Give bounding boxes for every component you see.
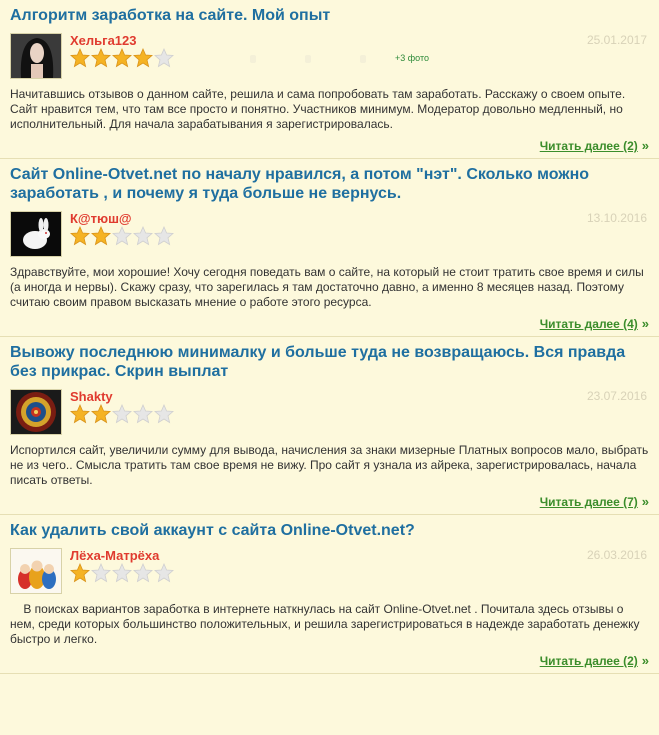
user-avatar[interactable] bbox=[10, 33, 62, 79]
rating-stars bbox=[70, 225, 175, 246]
review-text: Начитавшись отзывов о данном сайте, реши… bbox=[10, 87, 629, 131]
photo-thumb[interactable] bbox=[250, 55, 256, 63]
review-title[interactable]: Сайт Online-Otvet.net по началу нравился… bbox=[10, 165, 649, 203]
read-more-link[interactable]: Читать далее (4)» bbox=[10, 316, 649, 336]
read-more-link[interactable]: Читать далее (7)» bbox=[10, 494, 649, 514]
read-more-label[interactable]: Читать далее (2) bbox=[540, 139, 638, 153]
read-more-label[interactable]: Читать далее (4) bbox=[540, 317, 638, 331]
star-icon bbox=[154, 47, 174, 68]
review-item: Сайт Online-Otvet.net по началу нравился… bbox=[0, 159, 659, 337]
review-text: В поисках вариантов заработка в интернет… bbox=[10, 602, 643, 646]
star-icon bbox=[112, 403, 132, 424]
review-title[interactable]: Алгоритм заработка на сайте. Мой опыт bbox=[10, 6, 649, 25]
review-item: Как удалить свой аккаунт с сайта Online-… bbox=[0, 515, 659, 674]
star-icon bbox=[70, 403, 90, 424]
star-icon bbox=[70, 225, 90, 246]
user-avatar[interactable] bbox=[10, 548, 62, 594]
review-item: Алгоритм заработка на сайте. Мой опыт Хел… bbox=[0, 0, 659, 159]
photo-thumb[interactable] bbox=[305, 55, 311, 63]
star-icon bbox=[133, 47, 153, 68]
user-avatar[interactable] bbox=[10, 389, 62, 435]
review-meta: Shakty 23.07.2016 bbox=[10, 389, 649, 437]
user-avatar[interactable] bbox=[10, 211, 62, 257]
star-icon bbox=[91, 225, 111, 246]
read-more-link[interactable]: Читать далее (2)» bbox=[10, 138, 649, 158]
photo-count-link[interactable]: +3 фото bbox=[395, 53, 429, 63]
review-date: 25.01.2017 bbox=[586, 33, 647, 47]
review-text: Испортился сайт, увеличили сумму для выв… bbox=[10, 443, 652, 487]
star-icon bbox=[133, 562, 153, 583]
review-meta: К@тюш@ 13.10.2016 bbox=[10, 211, 649, 259]
review-date: 23.07.2016 bbox=[586, 389, 647, 403]
read-more-label[interactable]: Читать далее (7) bbox=[540, 495, 638, 509]
star-icon bbox=[112, 47, 132, 68]
star-icon bbox=[133, 225, 153, 246]
review-meta: Хельга123 +3 фото 25.01.2017 bbox=[10, 33, 649, 81]
reviews-list: Алгоритм заработка на сайте. Мой опыт Хел… bbox=[0, 0, 659, 674]
review-date: 13.10.2016 bbox=[586, 211, 647, 225]
star-icon bbox=[112, 225, 132, 246]
review-item: Вывожу последнюю минималку и больше туда… bbox=[0, 337, 659, 515]
double-chevron-right-icon: » bbox=[641, 138, 649, 153]
star-icon bbox=[154, 225, 174, 246]
star-icon bbox=[133, 403, 153, 424]
author-name[interactable]: Хельга123 bbox=[70, 33, 137, 48]
review-title[interactable]: Как удалить свой аккаунт с сайта Online-… bbox=[10, 521, 649, 540]
star-icon bbox=[154, 562, 174, 583]
rating-stars bbox=[70, 562, 175, 583]
star-icon bbox=[91, 403, 111, 424]
double-chevron-right-icon: » bbox=[641, 653, 649, 668]
author-name[interactable]: К@тюш@ bbox=[70, 211, 132, 226]
star-icon bbox=[70, 562, 90, 583]
review-text: Здравствуйте, мои хорошие! Хочу сегодня … bbox=[10, 265, 648, 309]
author-name[interactable]: Лёха-Матрёха bbox=[70, 548, 159, 563]
star-icon bbox=[70, 47, 90, 68]
read-more-link[interactable]: Читать далее (2)» bbox=[10, 653, 649, 673]
photo-thumb[interactable] bbox=[360, 55, 366, 63]
star-icon bbox=[91, 562, 111, 583]
review-meta: Лёха-Матрёха 26.03.2016 bbox=[10, 548, 649, 596]
review-title[interactable]: Вывожу последнюю минималку и больше туда… bbox=[10, 343, 649, 381]
star-icon bbox=[154, 403, 174, 424]
review-date: 26.03.2016 bbox=[586, 548, 647, 562]
read-more-label[interactable]: Читать далее (2) bbox=[540, 654, 638, 668]
star-icon bbox=[91, 47, 111, 68]
author-name[interactable]: Shakty bbox=[70, 389, 113, 404]
double-chevron-right-icon: » bbox=[641, 494, 649, 509]
star-icon bbox=[112, 562, 132, 583]
rating-stars bbox=[70, 403, 175, 424]
double-chevron-right-icon: » bbox=[641, 316, 649, 331]
rating-stars bbox=[70, 47, 175, 68]
